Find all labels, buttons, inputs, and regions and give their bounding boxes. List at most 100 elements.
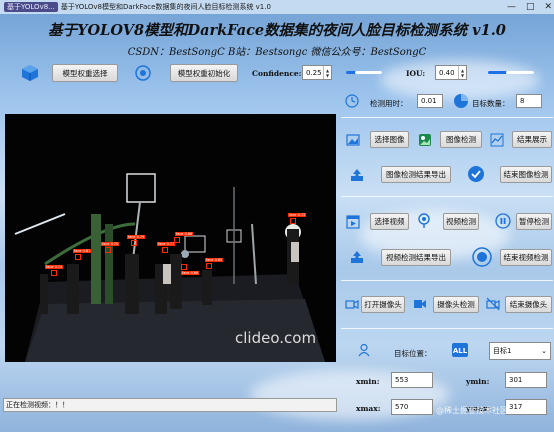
site-watermark: @稀土掘金技术社区 xyxy=(436,406,508,415)
detection-label: face 0.70 xyxy=(101,242,120,246)
end-video-detect-button[interactable]: 结束视频检测 xyxy=(500,249,552,266)
location-pin-icon xyxy=(416,213,432,229)
confidence-label: Confidence: xyxy=(252,69,302,78)
select-video-button[interactable]: 选择视频 xyxy=(370,213,409,230)
divider xyxy=(341,280,553,281)
svg-text:ALL: ALL xyxy=(453,347,468,355)
spin-arrows-icon[interactable]: ▲ ▼ xyxy=(458,66,466,79)
camera-detect-button[interactable]: 摄像头检测 xyxy=(433,296,479,313)
face-detection-box xyxy=(51,270,57,276)
pause-circle-icon xyxy=(495,213,511,229)
slider-track xyxy=(355,71,382,74)
ymax-value: 317 xyxy=(509,403,523,411)
divider xyxy=(341,117,553,118)
maximize-button[interactable]: □ xyxy=(526,0,535,14)
pie-chart-icon xyxy=(453,93,469,109)
xmax-label: xmax: xyxy=(356,404,381,413)
confidence-value: 0.25 xyxy=(306,68,322,77)
xmin-value: 553 xyxy=(395,376,409,384)
face-detection-box xyxy=(105,247,111,253)
detection-label: face 0.79 xyxy=(127,235,146,239)
minimize-button[interactable]: — xyxy=(507,0,516,14)
end-camera-button[interactable]: 结束摄像头 xyxy=(505,296,552,313)
face-detection-box xyxy=(75,254,81,260)
video-export-button[interactable]: 视频检测结果导出 xyxy=(381,249,451,266)
target-count-label: 目标数量： xyxy=(472,99,510,108)
result-show-button[interactable]: 结果展示 xyxy=(512,131,552,148)
face-detection-box xyxy=(206,263,212,269)
image-detect-icon xyxy=(418,133,432,147)
night-scene-image xyxy=(5,114,336,362)
open-camera-button[interactable]: 打开摄像头 xyxy=(361,296,405,313)
app-name-badge: 基于YOLOv8... xyxy=(4,2,58,12)
model-weight-select-button[interactable]: 模型权重选择 xyxy=(52,64,118,82)
detection-label: face 0.74 xyxy=(45,265,64,269)
page-subtitle: CSDN：BestSongC B站：Bestsongc 微信公众号：BestSo… xyxy=(127,47,427,58)
upload-icon xyxy=(350,250,364,264)
chevron-down-icon: ⌄ xyxy=(541,347,547,355)
check-circle-icon xyxy=(467,165,485,183)
camera-off-icon xyxy=(486,297,500,311)
select-image-button[interactable]: 选择图像 xyxy=(370,131,409,148)
page-title: 基于YOLOV8模型和DarkFace数据集的夜间人脸目标检测系统 v1.0 xyxy=(48,22,506,39)
confidence-slider[interactable] xyxy=(346,71,382,74)
divider xyxy=(341,196,553,197)
upload-icon xyxy=(350,168,364,182)
video-window-icon xyxy=(346,215,360,229)
pause-detect-button[interactable]: 暂停检测 xyxy=(516,213,552,230)
face-detection-box xyxy=(174,237,180,243)
line-chart-icon xyxy=(490,133,504,147)
iou-spinbox[interactable]: 0.40 ▲ ▼ xyxy=(435,65,467,80)
video-watermark: clideo.com xyxy=(235,329,317,347)
status-bar: 正在检测视频：！！ xyxy=(3,398,337,412)
clock-icon xyxy=(345,94,359,108)
ymin-label: ymin: xyxy=(466,377,490,386)
ymin-value: 301 xyxy=(509,376,523,384)
spin-arrows-icon[interactable]: ▲ ▼ xyxy=(323,66,331,79)
target-count-field: 8 xyxy=(516,94,542,108)
confidence-spinbox[interactable]: 0.25 ▲ ▼ xyxy=(302,65,332,80)
xmin-label: xmin: xyxy=(356,377,380,386)
xmax-value: 570 xyxy=(395,403,409,411)
stop-circle-icon xyxy=(472,247,492,267)
detection-label: face 0.66 xyxy=(181,271,200,275)
xmax-field: 570 xyxy=(391,399,433,415)
face-detection-box xyxy=(162,247,168,253)
detection-label: face 0.65 xyxy=(205,258,224,262)
end-image-detect-button[interactable]: 结束图像检测 xyxy=(500,166,552,183)
ymin-field: 301 xyxy=(505,372,547,388)
window-controls: — □ ✕ xyxy=(507,0,552,14)
face-detection-box xyxy=(181,264,187,270)
target-position-label: 目标位置： xyxy=(394,349,432,358)
video-display: face 0.74 face 0.81 face 0.79 face 0.77 … xyxy=(5,114,336,362)
cube-icon xyxy=(21,64,39,82)
target-select-dropdown[interactable]: 目标1 ⌄ xyxy=(489,342,551,360)
target-count-value: 8 xyxy=(520,97,525,105)
detection-label: face 0.68 xyxy=(175,232,194,236)
iou-slider[interactable] xyxy=(488,71,534,74)
detection-time-value: 0.01 xyxy=(421,97,437,105)
xmin-field: 553 xyxy=(391,372,433,388)
face-detection-box xyxy=(131,240,137,246)
image-icon xyxy=(346,133,360,147)
detection-time-label: 检测用时： xyxy=(370,99,408,108)
face-detection-box xyxy=(290,218,296,224)
status-text: 正在检测视频：！！ xyxy=(6,401,69,409)
image-detect-button[interactable]: 图像检测 xyxy=(440,131,482,148)
slider-track xyxy=(506,71,534,74)
camera-detect-icon xyxy=(413,297,427,311)
all-targets-icon: ALL xyxy=(452,343,468,357)
video-detect-button[interactable]: 视频检测 xyxy=(443,213,479,230)
model-weight-init-button[interactable]: 模型权重初始化 xyxy=(170,64,238,82)
window-title: 基于YOLOv8模型和DarkFace数据集的夜间人脸目标检测系统 v1.0 xyxy=(60,3,271,11)
image-export-button[interactable]: 图像检测结果导出 xyxy=(381,166,451,183)
ymax-field: 317 xyxy=(505,399,547,415)
iou-label: IOU: xyxy=(406,69,426,78)
iou-value: 0.40 xyxy=(439,68,455,77)
detection-label: face 0.77 xyxy=(157,242,176,246)
target-select-value: 目标1 xyxy=(493,347,512,355)
close-button[interactable]: ✕ xyxy=(544,0,552,14)
camera-icon xyxy=(345,297,359,311)
detection-time-field: 0.01 xyxy=(417,94,443,108)
user-icon xyxy=(357,343,371,357)
